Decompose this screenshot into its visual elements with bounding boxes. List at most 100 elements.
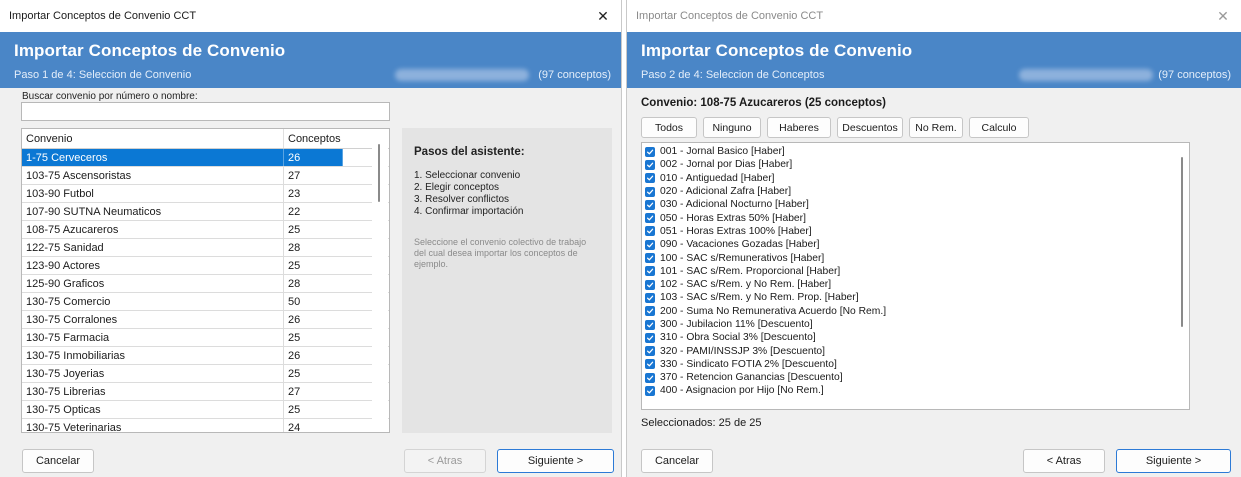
header-title: Importar Conceptos de Convenio [641,41,913,60]
cell-convenio: 122-75 Sanidad [22,239,284,256]
concept-label: 200 - Suma No Remunerativa Acuerdo [No R… [660,305,887,317]
cell-convenio: 130-75 Veterinarias [22,419,284,432]
concept-item[interactable]: 320 - PAMI/INSSJP 3% [Descuento] [642,344,1189,357]
checkbox-checked-icon[interactable] [645,332,655,343]
scrollbar-thumb[interactable] [1181,157,1183,327]
concept-item[interactable]: 001 - Jornal Basico [Haber] [642,145,1189,158]
checkbox-checked-icon[interactable] [645,253,655,264]
back-button[interactable]: < Atras [404,449,486,473]
cell-conceptos: 28 [288,241,301,254]
cancel-button[interactable]: Cancelar [22,449,94,473]
cell-convenio: 130-75 Farmacia [22,329,284,346]
scrollbar-thumb[interactable] [378,144,380,202]
checkbox-checked-icon[interactable] [645,146,655,157]
cell-conceptos: 27 [288,169,301,182]
filter-descuentos-button[interactable]: Descuentos [837,117,903,138]
cell-conceptos: 22 [288,205,301,218]
convenio-grid[interactable]: Convenio Conceptos 1-75 Cerveceros 26 103-… [21,128,390,433]
concept-item[interactable]: 300 - Jubilacion 11% [Descuento] [642,318,1189,331]
cell-convenio: 130-75 Inmobiliarias [22,347,284,364]
header-count: (97 conceptos) [538,69,611,81]
checkbox-checked-icon[interactable] [645,266,655,277]
cancel-button[interactable]: Cancelar [641,449,713,473]
checkbox-checked-icon[interactable] [645,226,655,237]
checkbox-checked-icon[interactable] [645,319,655,330]
cell-conceptos: 25 [288,259,301,272]
concept-item[interactable]: 400 - Asignacion por Hijo [No Rem.] [642,384,1189,397]
back-button[interactable]: < Atras [1023,449,1105,473]
concept-item[interactable]: 010 - Antiguedad [Haber] [642,172,1189,185]
list-scrollbar[interactable] [1175,143,1189,409]
concept-item[interactable]: 100 - SAC s/Remunerativos [Haber] [642,251,1189,264]
next-button[interactable]: Siguiente > [497,449,614,473]
checkbox-checked-icon[interactable] [645,372,655,383]
concept-item[interactable]: 200 - Suma No Remunerativa Acuerdo [No R… [642,305,1189,318]
filter-norem-button[interactable]: No Rem. [909,117,963,138]
checkbox-checked-icon[interactable] [645,292,655,303]
next-button[interactable]: Siguiente > [1116,449,1231,473]
concept-item[interactable]: 102 - SAC s/Rem. y No Rem. [Haber] [642,278,1189,291]
checkbox-checked-icon[interactable] [645,213,655,224]
concept-item[interactable]: 002 - Jornal por Dias [Haber] [642,158,1189,171]
grid-body: 1-75 Cerveceros 26 103-75 Ascensoristas 27 1… [22,149,389,432]
checkbox-checked-icon[interactable] [645,346,655,357]
concept-item[interactable]: 103 - SAC s/Rem. y No Rem. Prop. [Haber] [642,291,1189,304]
cell-conceptos: 23 [288,187,301,200]
concept-item[interactable]: 090 - Vacaciones Gozadas [Haber] [642,238,1189,251]
table-row[interactable]: 130-75 Opticas 25 [22,401,389,419]
table-row[interactable]: 130-75 Inmobiliarias 26 [22,347,389,365]
search-input[interactable] [21,102,390,121]
cell-conceptos: 26 [284,149,343,166]
table-row[interactable]: 107-90 SUTNA Neumaticos 22 [22,203,389,221]
company-name-redacted [395,69,529,81]
table-row[interactable]: 130-75 Comercio 50 [22,293,389,311]
checkbox-checked-icon[interactable] [645,159,655,170]
step-item: 2. Elegir conceptos [414,182,500,193]
column-header-conceptos[interactable]: Conceptos [284,129,343,148]
checkbox-checked-icon[interactable] [645,239,655,250]
concept-item[interactable]: 330 - Sindicato FOTIA 2% [Descuento] [642,358,1189,371]
table-row[interactable]: 130-75 Librerias 27 [22,383,389,401]
table-row[interactable]: 108-75 Azucareros 25 [22,221,389,239]
table-row[interactable]: 123-90 Actores 25 [22,257,389,275]
search-label: Buscar convenio por número o nombre: [22,91,198,102]
table-row[interactable]: 125-90 Graficos 28 [22,275,389,293]
grid-scrollbar[interactable] [372,130,388,431]
table-row[interactable]: 103-90 Futbol 23 [22,185,389,203]
step-item: 1. Seleccionar convenio [414,170,521,181]
table-row[interactable]: 130-75 Veterinarias 24 [22,419,389,432]
concept-item[interactable]: 101 - SAC s/Rem. Proporcional [Haber] [642,265,1189,278]
filter-calculo-button[interactable]: Calculo [969,117,1029,138]
concept-item[interactable]: 020 - Adicional Zafra [Haber] [642,185,1189,198]
checkbox-checked-icon[interactable] [645,306,655,317]
title-bar: Importar Conceptos de Convenio CCT ✕ [627,0,1241,32]
column-header-convenio[interactable]: Convenio [22,129,284,148]
cell-conceptos: 25 [288,331,301,344]
table-row[interactable]: 130-75 Farmacia 25 [22,329,389,347]
concept-label: 370 - Retencion Ganancias [Descuento] [660,372,843,384]
concept-item[interactable]: 370 - Retencion Ganancias [Descuento] [642,371,1189,384]
table-row[interactable]: 130-75 Corralones 26 [22,311,389,329]
checkbox-checked-icon[interactable] [645,199,655,210]
table-row[interactable]: 1-75 Cerveceros 26 [22,149,389,167]
table-row[interactable]: 122-75 Sanidad 28 [22,239,389,257]
checkbox-checked-icon[interactable] [645,359,655,370]
checkbox-checked-icon[interactable] [645,186,655,197]
concept-label: 300 - Jubilacion 11% [Descuento] [660,319,813,330]
checkbox-checked-icon[interactable] [645,279,655,290]
filter-ninguno-button[interactable]: Ninguno [703,117,761,138]
checkbox-checked-icon[interactable] [645,385,655,396]
concept-item[interactable]: 030 - Adicional Nocturno [Haber] [642,198,1189,211]
filter-todos-button[interactable]: Todos [641,117,697,138]
checkbox-checked-icon[interactable] [645,173,655,184]
grid-header: Convenio Conceptos [22,129,389,149]
concept-item[interactable]: 051 - Horas Extras 100% [Haber] [642,225,1189,238]
close-icon[interactable]: ✕ [593,8,613,25]
table-row[interactable]: 130-75 Joyerias 25 [22,365,389,383]
concepts-checklist[interactable]: 001 - Jornal Basico [Haber] 002 - Jornal … [641,142,1190,410]
table-row[interactable]: 103-75 Ascensoristas 27 [22,167,389,185]
concept-item[interactable]: 050 - Horas Extras 50% [Haber] [642,211,1189,224]
close-icon[interactable]: ✕ [1213,8,1233,25]
filter-haberes-button[interactable]: Haberes [767,117,831,138]
concept-item[interactable]: 310 - Obra Social 3% [Descuento] [642,331,1189,344]
